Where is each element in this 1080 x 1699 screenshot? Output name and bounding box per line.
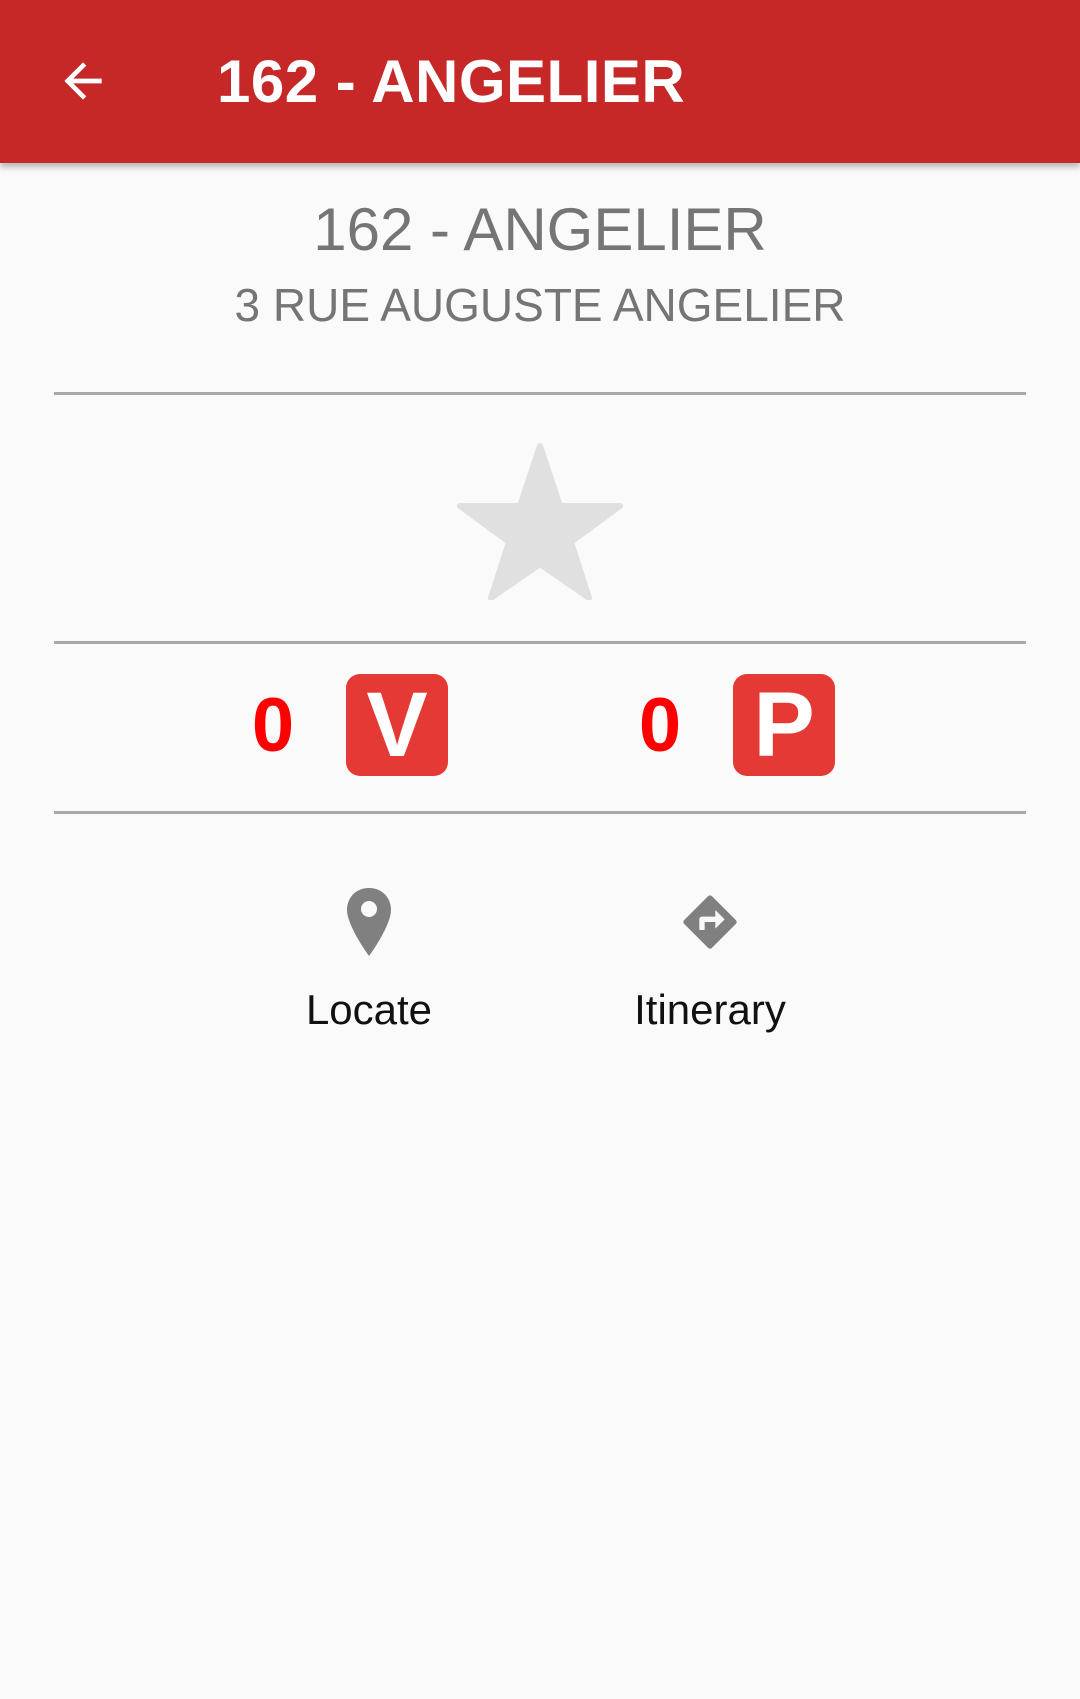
divider-bottom [54, 811, 1026, 814]
directions-icon [683, 895, 737, 949]
bikes-count: 0 [251, 682, 295, 768]
favorite-button[interactable] [455, 438, 625, 601]
parking-count: 0 [638, 682, 682, 768]
app-bar: 162 - ANGELIER [0, 0, 1080, 163]
map-pin-icon [347, 888, 391, 956]
itinerary-button[interactable]: Itinerary [600, 870, 820, 1050]
locate-button[interactable]: Locate [259, 870, 479, 1050]
back-button[interactable] [40, 42, 126, 120]
parking-availability: 0 P [615, 673, 835, 777]
availability-row: 0 V 0 P [0, 640, 1080, 800]
bikes-availability: 0 V [228, 673, 448, 777]
bikes-badge: V [346, 674, 448, 776]
station-name: 162 - ANGELIER [313, 196, 767, 263]
itinerary-label: Itinerary [634, 986, 786, 1033]
parking-badge: P [733, 674, 835, 776]
locate-label: Locate [305, 986, 433, 1033]
star-icon [457, 443, 623, 601]
station-header: 162 - ANGELIER 3 RUE AUGUSTE ANGELIER [0, 190, 1080, 336]
app-bar-title: 162 - ANGELIER [217, 48, 686, 115]
arrow-back-icon [64, 62, 102, 100]
station-address: 3 RUE AUGUSTE ANGELIER [234, 279, 846, 331]
divider-top [54, 392, 1026, 395]
